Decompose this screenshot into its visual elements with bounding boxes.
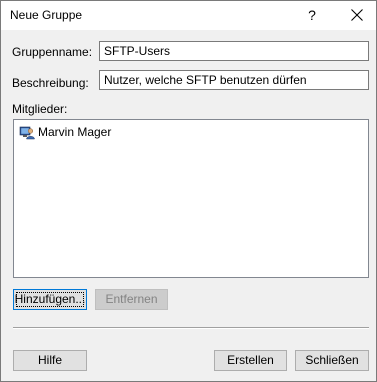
- divider: [13, 327, 369, 329]
- description-field[interactable]: Nutzer, welche SFTP benutzen dürfen: [99, 70, 369, 90]
- help-title-button[interactable]: ?: [297, 1, 327, 30]
- close-button[interactable]: Schließen: [295, 350, 369, 371]
- list-item[interactable]: Marvin Mager: [19, 124, 111, 140]
- close-title-button[interactable]: [341, 1, 375, 30]
- create-button[interactable]: Erstellen: [214, 350, 287, 371]
- members-label: Mitglieder:: [12, 102, 68, 116]
- help-button[interactable]: Hilfe: [13, 350, 87, 371]
- description-label: Beschreibung:: [12, 76, 89, 90]
- add-member-button[interactable]: Hinzufügen...: [13, 289, 87, 310]
- close-icon: [351, 9, 363, 21]
- title-bar: Neue Gruppe ?: [1, 1, 376, 30]
- member-name: Marvin Mager: [38, 125, 112, 139]
- group-name-label: Gruppenname:: [12, 45, 93, 59]
- new-group-dialog: Neue Gruppe ? Gruppenname: SFTP-Users Be…: [0, 0, 377, 382]
- members-list[interactable]: Marvin Mager: [13, 119, 369, 278]
- dialog-title: Neue Gruppe: [10, 8, 83, 22]
- remove-member-button[interactable]: Entfernen: [95, 289, 168, 310]
- user-icon: [19, 126, 35, 140]
- question-mark-icon: ?: [308, 7, 316, 23]
- group-name-field[interactable]: SFTP-Users: [99, 41, 369, 61]
